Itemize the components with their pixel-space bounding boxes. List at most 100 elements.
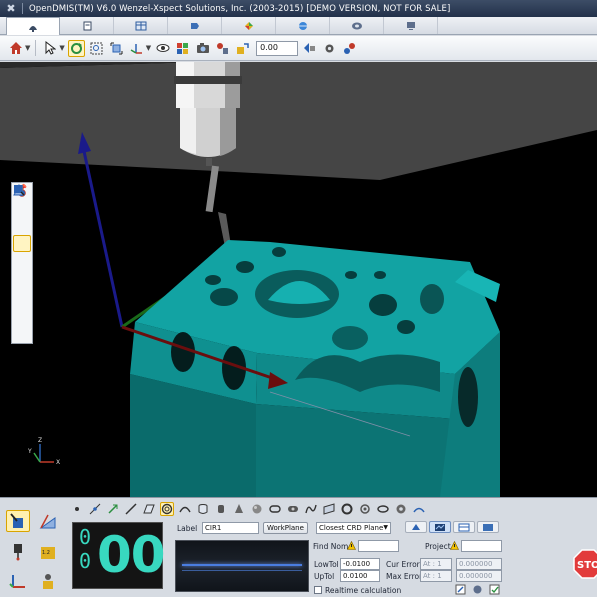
view-eye-button[interactable] [154,40,171,57]
chevron-down-icon[interactable]: ▼ [146,44,151,52]
palette-circle-button[interactable] [13,185,31,252]
sensor-button[interactable] [341,40,358,57]
table-icon [458,523,470,531]
feature-circle-button[interactable] [160,502,174,516]
tab-measure[interactable] [6,17,60,35]
accept-icon[interactable] [489,584,500,595]
nominal-mode-button[interactable]: 1.2 [36,541,60,563]
feature-surface-button[interactable] [322,502,336,516]
feature-cylinder-solid-button[interactable] [214,502,228,516]
step-back-button[interactable] [301,40,318,57]
counter-small-top: 0 [79,525,92,549]
render-mode-button[interactable] [174,40,191,57]
find-nom-input[interactable] [358,540,399,552]
cylinder-solid-icon [218,505,224,513]
tab-graphics[interactable] [222,17,276,34]
uptol-input[interactable]: 0.0100 [340,570,380,582]
stop-sign-icon[interactable]: STO [573,549,597,579]
project-label: Project [425,542,451,551]
feature-ellipse-button[interactable] [376,502,390,516]
project-input[interactable] [461,540,502,552]
rotate-view-button[interactable] [67,39,85,57]
chart-view-tab[interactable] [429,521,451,533]
circle-icon [161,503,173,515]
svg-text:Z: Z [38,437,42,444]
select-pointer-button[interactable] [41,40,58,57]
chevron-down-icon: ▼ [383,524,388,531]
tab-table[interactable] [114,17,168,34]
tab-program[interactable] [60,17,114,34]
fit-view-icon [110,42,123,54]
step-icon [304,42,316,53]
app-logo-icon[interactable]: ✖ [4,2,18,16]
report-view-tab[interactable] [477,521,499,533]
palette-cylinder-button[interactable] [13,185,31,290]
capture-button[interactable] [194,40,211,57]
palette-line-button[interactable] [13,185,31,233]
cursor-icon [45,41,56,55]
fit-view-button[interactable] [108,40,125,57]
feature-arc-button[interactable] [178,502,192,516]
realtime-checkbox[interactable] [314,586,322,594]
feature-cylinder-button[interactable] [196,502,210,516]
probe-view-tab[interactable] [405,521,427,533]
tab-settings[interactable] [276,17,330,34]
feature-torus-button[interactable] [340,502,354,516]
feature-ring-button[interactable] [358,502,372,516]
cad-viewport[interactable]: Z X Y 📌 [0,62,597,497]
panel-action-icons [455,584,505,596]
feature-gear-button[interactable] [394,502,408,516]
view-tabs [405,521,507,535]
feature-pattern-button[interactable] [412,502,426,516]
workplane-button[interactable]: WorkPlane [263,522,308,534]
feature-round-slot-button[interactable] [286,502,300,516]
palette-point-button[interactable] [13,185,31,214]
feature-sphere-button[interactable] [250,502,264,516]
construct-mode-button[interactable] [36,510,60,532]
edit-icon[interactable] [455,584,466,595]
tab-report[interactable] [168,17,222,34]
palette-scan-button[interactable] [13,185,31,347]
feature-curve-button[interactable] [304,502,318,516]
probe-mode-button[interactable] [6,541,30,563]
palette-sphere-button[interactable] [13,183,31,328]
feature-vector-button[interactable] [106,502,120,516]
feature-slot-button[interactable] [268,502,282,516]
feature-edge-point-button[interactable] [88,502,102,516]
home-button[interactable] [7,40,24,57]
axis-view-button[interactable] [128,40,145,57]
report-icon [190,22,199,29]
zoom-window-button[interactable] [88,40,105,57]
label-input[interactable]: CIR1 [202,522,259,534]
tab-tools[interactable] [330,17,384,34]
chevron-down-icon[interactable]: ▼ [25,44,30,52]
tab-help[interactable] [384,17,438,34]
probe-settings-button[interactable] [321,40,338,57]
gear-icon [396,504,406,514]
transform-button[interactable] [234,40,251,57]
feature-line-button[interactable] [124,502,138,516]
palette-plane-button[interactable] [13,185,31,271]
measure-point-button[interactable] [214,40,231,57]
plane-icon [143,504,155,514]
chevron-down-icon[interactable]: ▼ [59,44,64,52]
step-value-field[interactable]: 0.00 [256,40,299,56]
alignment-mode-button[interactable] [6,570,30,592]
monitor-icon [406,21,415,30]
palette-cone-button[interactable] [13,185,31,309]
label-caption: Label [177,524,198,533]
cone-icon [235,504,243,513]
feature-plane-button[interactable] [142,502,156,516]
probe-icon [29,25,37,32]
table-view-tab[interactable] [453,521,475,533]
feature-cone-button[interactable] [232,502,246,516]
fit-method-select[interactable]: Closest CRD Plane ▼ [316,522,391,534]
feature-panel: 1.2 0 0 00 Label CIR1 WorkPlane Closest … [0,497,597,597]
measure-mode-button[interactable] [6,510,30,532]
lowtol-input[interactable]: -0.0100 [340,558,380,570]
operator-mode-button[interactable] [36,570,60,592]
feature-point-button[interactable] [70,502,84,516]
measure-palette: 📌 [11,182,33,344]
execute-icon[interactable] [472,584,483,595]
probe-point-icon [217,42,229,54]
